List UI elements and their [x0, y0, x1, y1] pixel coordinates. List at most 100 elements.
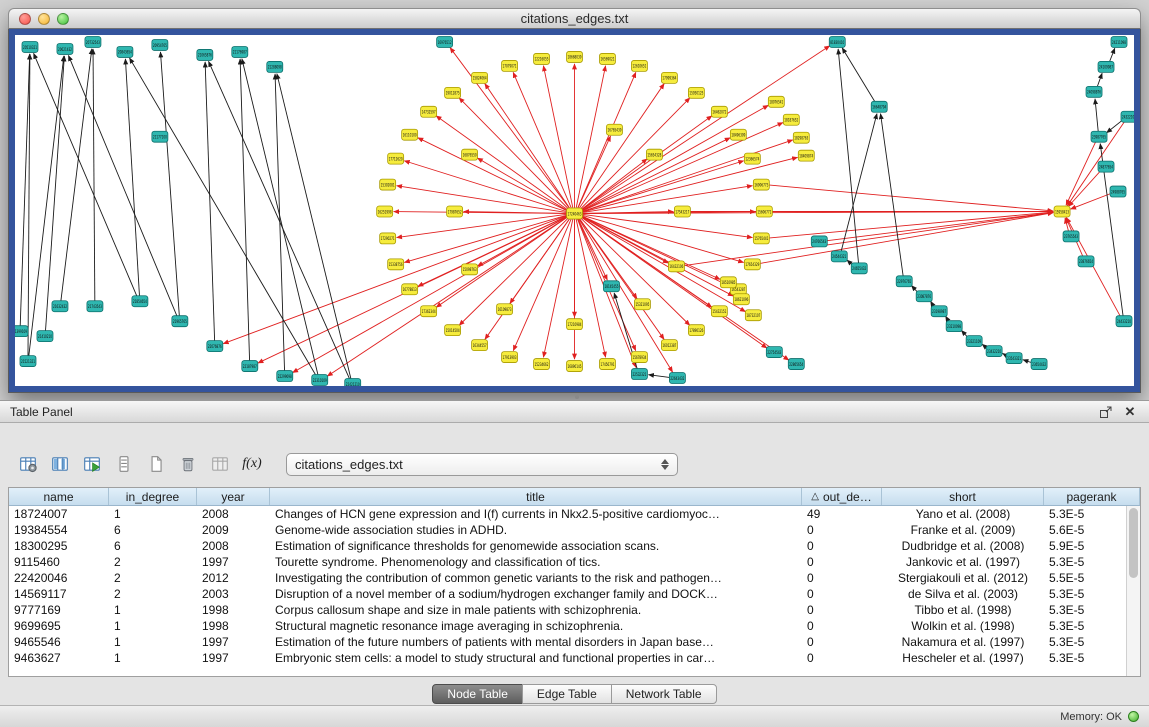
graph-node[interactable]: 17210984: [567, 319, 583, 330]
table-cell[interactable]: 22420046: [9, 570, 109, 586]
graph-node[interactable]: 24766543: [811, 236, 827, 247]
column-header-name[interactable]: name: [9, 488, 109, 505]
graph-edge[interactable]: [293, 216, 569, 373]
graph-edge[interactable]: [61, 49, 92, 301]
graph-edge[interactable]: [579, 98, 690, 210]
window-titlebar[interactable]: citations_edges.txt: [8, 8, 1141, 29]
graph-node[interactable]: 15654328: [646, 149, 662, 160]
graph-node[interactable]: 23198987: [931, 306, 947, 317]
graph-node[interactable]: 15678934: [631, 352, 647, 363]
graph-node[interactable]: 18076541: [768, 96, 784, 107]
close-window-button[interactable]: [19, 13, 31, 25]
table-cell[interactable]: 6: [109, 538, 197, 554]
graph-edge[interactable]: [477, 158, 568, 211]
table-cell[interactable]: Estimation of significance thresholds fo…: [270, 538, 802, 554]
table-cell[interactable]: 18724007: [9, 506, 109, 522]
table-cell[interactable]: 2009: [197, 522, 270, 538]
graph-node[interactable]: 16906773: [753, 179, 769, 190]
graph-edge[interactable]: [576, 218, 606, 357]
table-row[interactable]: 946362711997Embryonic stem cells: a mode…: [9, 650, 1140, 666]
graph-node[interactable]: 18298763: [793, 132, 809, 143]
table-settings-button[interactable]: [14, 451, 42, 477]
graph-node[interactable]: 17079071: [502, 60, 518, 71]
graph-node[interactable]: 16110100: [402, 129, 418, 140]
graph-node[interactable]: 12366574: [744, 153, 760, 164]
table-cell[interactable]: 1997: [197, 554, 270, 570]
graph-node[interactable]: 16251998: [377, 206, 393, 217]
column-header-year[interactable]: year: [197, 488, 270, 505]
table-cell[interactable]: 9699695: [9, 618, 109, 634]
graph-node[interactable]: 21410210: [37, 331, 53, 342]
graph-edge[interactable]: [581, 123, 783, 212]
table-cell[interactable]: 2: [109, 554, 197, 570]
graph-node[interactable]: 81830410: [829, 36, 845, 47]
column-chooser-button[interactable]: [46, 451, 74, 477]
graph-edge[interactable]: [1095, 99, 1098, 132]
graph-node[interactable]: 23210098: [946, 321, 962, 332]
graph-node[interactable]: 17362344: [421, 306, 437, 317]
graph-node[interactable]: 18145455: [603, 281, 619, 292]
table-cell[interactable]: 1: [109, 634, 197, 650]
tab-node-table[interactable]: Node Table: [432, 684, 523, 704]
graph-node[interactable]: 18187652: [783, 114, 799, 125]
table-row[interactable]: 1830029562008Estimation of significance …: [9, 538, 1140, 554]
graph-node[interactable]: 16765439: [606, 124, 622, 135]
table-cell[interactable]: Dudbridge et al. (2008): [882, 538, 1044, 554]
graph-node[interactable]: 16648794: [871, 101, 887, 112]
table-cell[interactable]: de Silva et al. (2003): [882, 586, 1044, 602]
graph-node[interactable]: 24877654: [1098, 161, 1114, 172]
graph-edge[interactable]: [581, 215, 720, 279]
table-cell[interactable]: 9465546: [9, 634, 109, 650]
table-cell[interactable]: Genome-wide association studies in ADHD.: [270, 522, 802, 538]
table-cell[interactable]: 1: [109, 650, 197, 666]
graph-node[interactable]: 17456791: [599, 359, 615, 370]
graph-node[interactable]: 16109873: [497, 304, 513, 315]
graph-edge[interactable]: [277, 74, 351, 379]
graph-node[interactable]: 24098876: [1086, 86, 1102, 97]
table-row[interactable]: 1938455462009Genome-wide association stu…: [9, 522, 1140, 538]
table-cell[interactable]: 0: [802, 522, 882, 538]
graph-node[interactable]: 21176987: [232, 46, 248, 57]
graph-edge[interactable]: [242, 59, 318, 375]
table-cell[interactable]: 14569117: [9, 586, 109, 602]
graph-node[interactable]: 15958413: [1054, 206, 1070, 217]
table-cell[interactable]: 0: [802, 538, 882, 554]
table-cell[interactable]: 0: [802, 602, 882, 618]
graph-edge[interactable]: [327, 216, 568, 376]
column-header-out-de-[interactable]: △out_de…: [802, 488, 882, 505]
graph-node[interactable]: 18621096: [733, 294, 749, 305]
table-cell[interactable]: Changes of HCN gene expression and I(f) …: [270, 506, 802, 522]
graph-node[interactable]: 21965765: [172, 316, 188, 327]
graph-edge[interactable]: [205, 62, 214, 341]
graph-node[interactable]: 21743543: [87, 301, 103, 312]
graph-node[interactable]: 15338756: [388, 259, 404, 270]
table-cell[interactable]: 2008: [197, 506, 270, 522]
graph-edge[interactable]: [1107, 120, 1124, 133]
table-cell[interactable]: 0: [802, 554, 882, 570]
graph-edge[interactable]: [543, 218, 573, 357]
graph-node[interactable]: 23987765: [1091, 131, 1107, 142]
table-cell[interactable]: Disruption of a novel member of a sodium…: [270, 586, 802, 602]
graph-node[interactable]: 18668039: [567, 51, 583, 62]
table-cell[interactable]: 2012: [197, 570, 270, 586]
graph-node[interactable]: 16876550: [462, 149, 478, 160]
import-table-button[interactable]: [78, 451, 106, 477]
graph-edge[interactable]: [436, 216, 569, 307]
column-header-pagerank[interactable]: pagerank: [1044, 488, 1140, 505]
graph-edge[interactable]: [1068, 170, 1101, 206]
graph-edge[interactable]: [648, 375, 670, 378]
graph-edge[interactable]: [768, 185, 1053, 211]
graph-node[interactable]: 17712620: [388, 153, 404, 164]
tab-edge-table[interactable]: Edge Table: [522, 684, 612, 704]
column-header-title[interactable]: title: [270, 488, 802, 505]
table-cell[interactable]: Stergiakouli et al. (2012): [882, 570, 1044, 586]
table-cell[interactable]: Tourette syndrome. Phenomenology and cla…: [270, 554, 802, 570]
graph-node[interactable]: 17999364: [661, 72, 677, 83]
graph-node[interactable]: 15606771: [756, 206, 772, 217]
graph-edge[interactable]: [1097, 73, 1102, 87]
network-select[interactable]: citations_edges.txt: [286, 453, 678, 476]
graph-edge[interactable]: [404, 161, 568, 212]
table-cell[interactable]: Estimation of the future numbers of pati…: [270, 634, 802, 650]
table-cell[interactable]: 1: [109, 506, 197, 522]
delete-table-button[interactable]: [174, 451, 202, 477]
